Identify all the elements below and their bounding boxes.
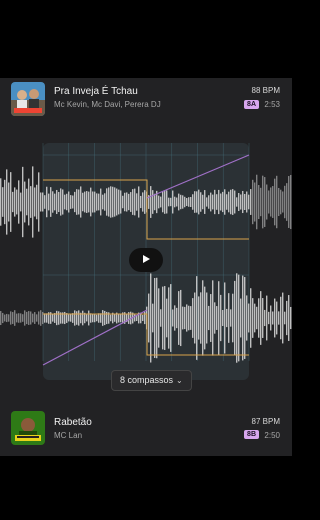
- track-b-key-badge: 8B: [244, 430, 259, 439]
- track-b-artists: MC Lan: [54, 431, 83, 440]
- play-icon: [141, 251, 151, 269]
- chevron-down-icon: ⌄: [176, 376, 183, 385]
- track-b-cover-art: [11, 411, 45, 445]
- track-a-bpm: 88 BPM: [251, 86, 280, 95]
- track-b-title: Rabetão: [54, 417, 92, 428]
- track-a-duration: 2:53: [264, 100, 280, 109]
- transition-length-label: 8 compassos: [120, 375, 174, 385]
- transition-length-dropdown[interactable]: 8 compassos ⌄: [111, 370, 192, 391]
- track-a-row[interactable]: Pra Inveja É Tchau Mc Kevin, Mc Davi, Pe…: [0, 78, 292, 126]
- track-a-cover-art: [11, 82, 45, 116]
- track-b-bpm: 87 BPM: [251, 417, 280, 426]
- track-b-duration: 2:50: [264, 431, 280, 440]
- track-b-row[interactable]: Rabetão MC Lan 87 BPM 8B 2:50: [0, 406, 292, 454]
- play-button[interactable]: [129, 248, 163, 272]
- track-a-artists: Mc Kevin, Mc Davi, Perera DJ: [54, 100, 161, 109]
- track-a-title: Pra Inveja É Tchau: [54, 86, 138, 97]
- track-a-key-badge: 8A: [244, 100, 259, 109]
